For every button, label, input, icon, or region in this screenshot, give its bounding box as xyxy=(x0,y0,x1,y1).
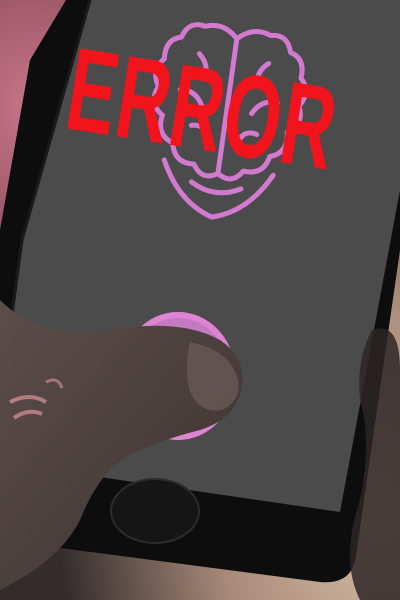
home-button[interactable] xyxy=(110,478,200,544)
pink-action-button[interactable] xyxy=(120,312,236,440)
